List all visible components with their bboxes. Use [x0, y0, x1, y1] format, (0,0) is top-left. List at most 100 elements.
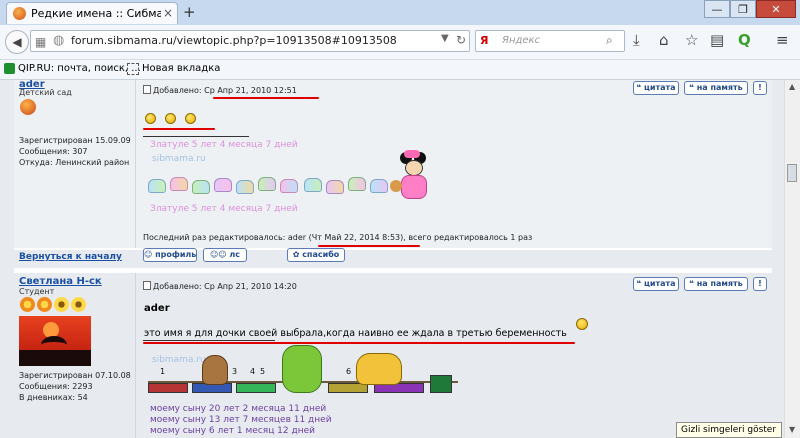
dragon-costume-image: [282, 345, 322, 393]
tab-close-icon[interactable]: ×: [163, 6, 173, 20]
locomotive: [430, 375, 452, 393]
search-icon[interactable]: ⌕: [606, 33, 613, 48]
watermark: sibmama.ru: [152, 154, 206, 164]
window-maximize-button[interactable]: ❐: [730, 0, 756, 18]
reload-icon[interactable]: ↻: [456, 33, 466, 47]
back-to-top-link[interactable]: Вернуться к началу: [19, 252, 122, 262]
browser-tab[interactable]: Редкие имена :: Сибмама - Р... ×: [6, 2, 178, 24]
download-icon[interactable]: ⤓: [633, 31, 640, 49]
yandex-logo-icon[interactable]: Я: [480, 34, 488, 47]
signature-line: моему сыну 6 лет 1 месяц 12 дней: [150, 426, 315, 436]
avatar-arch: [41, 336, 67, 354]
scroll-thumb[interactable]: [787, 164, 797, 182]
rank-flowers: [20, 297, 100, 313]
thanks-button[interactable]: ✿ спасибо: [287, 248, 345, 262]
memo-button[interactable]: ❝ на память: [684, 81, 748, 95]
qip-addon-icon[interactable]: Q: [738, 31, 751, 49]
train-car: [148, 383, 188, 393]
edited-note: Последний раз редактировалось: ader (Чт …: [143, 233, 532, 242]
bookmark-star-icon[interactable]: ☆: [685, 31, 698, 49]
flower-icon: [71, 297, 86, 312]
new-tab-button[interactable]: +: [183, 3, 196, 21]
signature-text: Златуле 5 лет 4 месяца 7 дней: [150, 140, 298, 150]
sun-smiley-icon: [185, 113, 196, 124]
author-registered: Зарегистрирован 07.10.08: [19, 371, 131, 380]
author-registered: Зарегистрирован 15.09.09: [19, 136, 131, 145]
body-underline: [143, 342, 575, 344]
pm-button[interactable]: ☺☺ лс: [203, 248, 247, 262]
quote-label: цитата: [643, 279, 676, 288]
profile-label: профиль: [155, 250, 197, 259]
window-minimize-button[interactable]: —: [704, 0, 730, 18]
quoted-author: ader: [144, 303, 170, 314]
butterfly-icon: [148, 179, 166, 193]
bookmark-qip[interactable]: QIP.RU: почта, поиск, ...: [18, 63, 141, 74]
butterfly-icon: [304, 178, 322, 192]
butterfly-icon: [258, 177, 276, 191]
qip-bookmark-icon: [4, 63, 15, 74]
profile-button[interactable]: ☺ профиль: [143, 248, 197, 262]
butterfly-icon: [326, 180, 344, 194]
train-number: 6: [346, 367, 352, 376]
rank-badge-icon: [20, 99, 36, 115]
home-icon[interactable]: ⌂: [659, 31, 669, 49]
minnie-bow: [404, 150, 420, 158]
column-divider: [135, 80, 136, 248]
smiley-icon: [576, 318, 588, 330]
bookmarks-bar: QIP.RU: почта, поиск, ... Новая вкладка: [0, 60, 800, 80]
scroll-down-icon[interactable]: ▼: [789, 425, 795, 434]
added-label: Добавлено:: [153, 282, 202, 291]
author-diaries: В дневниках: 54: [19, 393, 88, 402]
report-button[interactable]: !: [753, 277, 767, 291]
post-author[interactable]: Светлана Н-ск: [19, 276, 102, 287]
post-date: Ср Апр 21, 2010 12:51: [204, 86, 297, 95]
edited-suffix: , всего редактировалось 1 раз: [403, 233, 533, 242]
post-header: Добавлено: Ср Апр 21, 2010 14:20: [143, 281, 297, 291]
sun-smiley-icon: [165, 113, 176, 124]
train-car: [236, 383, 276, 393]
butterfly-icon: [348, 177, 366, 191]
train-banner: 1 2 3 4 5 6: [148, 345, 458, 405]
search-input[interactable]: Яндекс: [502, 35, 540, 46]
date-underline: [213, 97, 319, 99]
url-text[interactable]: forum.sibmama.ru/viewtopic.php?p=1091350…: [71, 34, 397, 47]
butterfly-icon: [192, 180, 210, 194]
hidden-icons-tooltip: Gizli simgeleri göster: [676, 422, 782, 438]
sun-smiley-icon: [145, 113, 156, 124]
post-header: Добавлено: Ср Апр 21, 2010 12:51: [143, 85, 297, 95]
flower-icon: [20, 297, 35, 312]
quote-label: цитата: [643, 83, 676, 92]
scroll-up-icon[interactable]: ▲: [789, 82, 795, 91]
train-number: 4: [250, 367, 256, 376]
butterfly-icon: [280, 179, 298, 193]
quote-button[interactable]: ❝ цитата: [633, 277, 679, 291]
quote-button[interactable]: ❝ цитата: [633, 81, 679, 95]
flower-icon: [37, 297, 52, 312]
added-label: Добавлено:: [153, 86, 202, 95]
author-rank: Студент: [19, 287, 55, 296]
memo-button[interactable]: ❝ на память: [684, 277, 748, 291]
url-dropdown-icon[interactable]: ▼: [441, 33, 449, 44]
site-favicon-icon: [13, 7, 26, 20]
globe-icon: ◍: [53, 33, 65, 48]
author-rank: Детский сад: [19, 88, 72, 97]
author-location: Откуда: Ленинский район: [19, 158, 130, 167]
edited-underline: [318, 245, 420, 247]
forum-page: ader Детский сад Зарегистрирован 15.09.0…: [0, 80, 784, 438]
memo-label: на память: [696, 279, 743, 288]
window-close-button[interactable]: ✕: [756, 0, 796, 18]
signature-line: моему сыну 20 лет 2 месяца 11 дней: [150, 404, 327, 414]
edited-date: (Чт Май 22, 2014 8:53): [308, 233, 404, 242]
search-bar[interactable]: Я Яндекс ⌕: [475, 30, 625, 52]
report-button[interactable]: !: [753, 81, 767, 95]
vertical-scrollbar[interactable]: ▲ ▼: [784, 80, 800, 438]
butterfly-icon: [214, 178, 232, 192]
pm-label: лс: [229, 250, 241, 259]
train-number: 3: [232, 367, 238, 376]
address-bar[interactable]: ▦ ◍ forum.sibmama.ru/viewtopic.php?p=109…: [30, 30, 470, 52]
menu-hamburger-icon[interactable]: ≡: [776, 31, 789, 49]
back-arrow-icon[interactable]: ◀: [5, 30, 29, 54]
reader-icon[interactable]: ▤: [710, 31, 724, 49]
bookmark-new-tab[interactable]: Новая вкладка: [142, 63, 220, 74]
minnie-mouse-image: [390, 150, 434, 200]
